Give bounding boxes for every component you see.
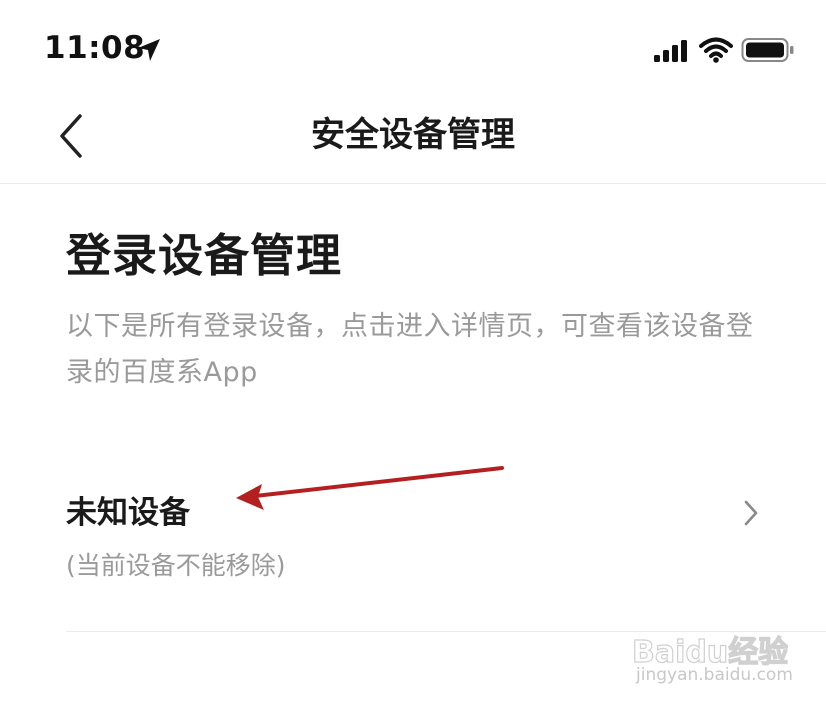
device-note: (当前设备不能移除) [66,551,286,580]
chevron-right-icon [744,500,758,526]
cellular-signal-icon [654,40,687,62]
status-time: 11:08 [44,30,146,66]
nav-divider [0,183,826,184]
device-list-item[interactable]: 未知设备 (当前设备不能移除) [0,470,826,610]
watermark-url: jingyan.baidu.com [636,665,793,685]
battery-icon [741,38,794,62]
device-name: 未知设备 [66,495,190,531]
section-title: 登录设备管理 [66,229,343,282]
page-title: 安全设备管理 [311,115,515,155]
location-arrow-icon [138,39,160,61]
section-description: 以下是所有登录设备，点击进入详情页，可查看该设备登录的百度系App [66,311,754,388]
wifi-icon [699,37,733,63]
